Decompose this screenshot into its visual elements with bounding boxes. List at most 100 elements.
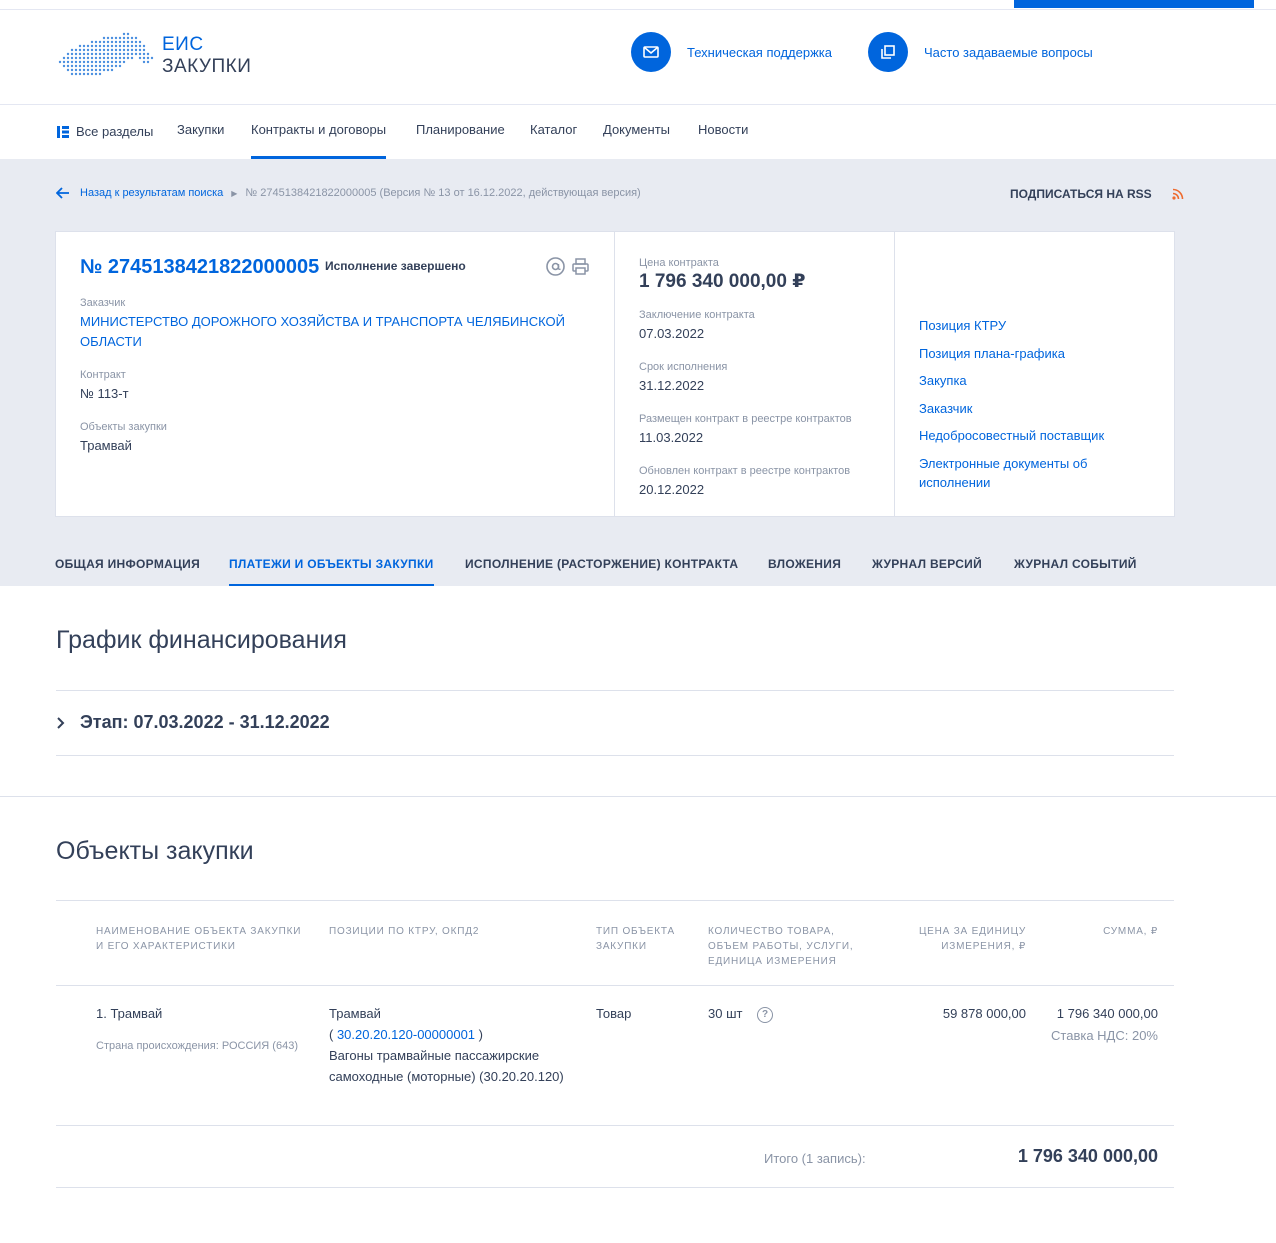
object-type: Товар bbox=[596, 1006, 632, 1021]
contract-reg-number: № 2745138421822000005 bbox=[80, 256, 320, 278]
nav-item-purchases[interactable]: Закупки bbox=[177, 105, 224, 159]
logo-line2: ЗАКУПКИ bbox=[162, 56, 252, 77]
objects-value: Трамвай bbox=[80, 438, 132, 453]
table-top-border bbox=[56, 900, 1174, 901]
chevron-right-icon: ▶ bbox=[231, 188, 238, 198]
deadline-date: 31.12.2022 bbox=[639, 378, 705, 393]
col-header-quantity: Количество товара, объем работы, услуги,… bbox=[708, 926, 854, 967]
objects-title: Объекты закупки bbox=[56, 837, 254, 865]
rss-label: ПОДПИСАТЬСЯ НА RSS bbox=[1010, 187, 1152, 201]
col-header-type: Тип объекта закупки bbox=[596, 926, 675, 952]
tab-payments-objects[interactable]: ПЛАТЕЖИ И ОБЪЕКТЫ ЗАКУПКИ bbox=[229, 546, 434, 586]
divider bbox=[56, 690, 1174, 691]
deadline-label: Срок исполнения bbox=[639, 361, 728, 373]
support-link[interactable]: Техническая поддержка bbox=[631, 32, 832, 72]
contract-value: № 113-т bbox=[80, 386, 129, 401]
card-main-column: № 2745138421822000005 Исполнение заверше… bbox=[56, 232, 615, 516]
object-quantity: 30 шт bbox=[708, 1006, 743, 1021]
rss-subscribe-link[interactable]: ПОДПИСАТЬСЯ НА RSS bbox=[1010, 187, 1184, 201]
main-nav: Все разделы Закупки Контракты и договоры… bbox=[0, 105, 1276, 159]
question-icon[interactable]: ? bbox=[757, 1007, 773, 1023]
logo-text: ЕИС ЗАКУПКИ bbox=[162, 34, 251, 78]
top-strip bbox=[0, 0, 1276, 10]
nav-item-news[interactable]: Новости bbox=[698, 105, 748, 159]
link-ktru-position[interactable]: Позиция КТРУ bbox=[919, 316, 1006, 335]
table-bottom-border bbox=[56, 1187, 1174, 1188]
sections-icon bbox=[57, 126, 69, 138]
stage-toggle[interactable]: Этап: 07.03.2022 - 31.12.2022 bbox=[56, 712, 330, 733]
total-value: 1 796 340 000,00 bbox=[1017, 1146, 1158, 1166]
chevron-right-icon bbox=[57, 716, 65, 729]
logo-line1: ЕИС bbox=[162, 34, 204, 55]
nav-item-contracts[interactable]: Контракты и договоры bbox=[251, 105, 387, 159]
nav-item-catalog[interactable]: Каталог bbox=[530, 105, 577, 159]
link-electronic-docs[interactable]: Электронные документы об исполнении bbox=[919, 454, 1119, 492]
vat-rate: Ставка НДС: 20% bbox=[1051, 1028, 1158, 1043]
link-unscrupulous-supplier[interactable]: Недобросовестный поставщик bbox=[919, 426, 1104, 445]
col-header-ktru: Позиции по КТРУ, ОКПД2 bbox=[329, 926, 480, 937]
divider bbox=[56, 755, 1174, 756]
tab-general-info[interactable]: ОБЩАЯ ИНФОРМАЦИЯ bbox=[55, 546, 200, 586]
total-label: Итого (1 запись): bbox=[764, 1151, 866, 1166]
ktru-cell: Трамвай ( 30.20.20.120-00000001 ) Вагоны… bbox=[329, 1003, 574, 1087]
faq-label: Часто задаваемые вопросы bbox=[924, 44, 1093, 60]
section-divider bbox=[0, 796, 1276, 797]
object-origin: Страна происхождения: РОССИЯ (643) bbox=[96, 1040, 298, 1052]
logo[interactable]: ЕИС ЗАКУПКИ bbox=[56, 32, 266, 82]
link-plan-position[interactable]: Позиция плана-графика bbox=[919, 344, 1065, 363]
stage-label: Этап: 07.03.2022 - 31.12.2022 bbox=[80, 712, 330, 732]
col-header-name: Наименование объекта закупки и его харак… bbox=[96, 926, 302, 952]
tab-attachments[interactable]: ВЛОЖЕНИЯ bbox=[768, 546, 841, 586]
placed-label: Размещен контракт в реестре контрактов bbox=[639, 413, 852, 425]
objects-label: Объекты закупки bbox=[80, 421, 167, 433]
link-customer[interactable]: Заказчик bbox=[919, 399, 972, 418]
financing-title: График финансирования bbox=[56, 626, 347, 654]
updated-label: Обновлен контракт в реестре контрактов bbox=[639, 465, 851, 477]
col-header-sum: Сумма, ₽ bbox=[1103, 926, 1158, 937]
okpd-description: Вагоны трамвайные пассажирские самоходны… bbox=[329, 1048, 564, 1084]
ktru-code-link[interactable]: 30.20.20.120-00000001 bbox=[337, 1027, 475, 1042]
print-icon[interactable] bbox=[571, 257, 590, 276]
email-share-icon[interactable] bbox=[546, 257, 565, 276]
ktru-name: Трамвай bbox=[329, 1006, 381, 1021]
updated-date: 20.12.2022 bbox=[639, 482, 705, 497]
contract-card: № 2745138421822000005 Исполнение заверше… bbox=[55, 231, 1175, 517]
col-header-unit-price: Цена за единицу измерения, ₽ bbox=[918, 926, 1026, 952]
nav-item-documents[interactable]: Документы bbox=[603, 105, 670, 159]
price-label: Цена контракта bbox=[639, 257, 719, 269]
customer-link[interactable]: МИНИСТЕРСТВО ДОРОЖНОГО ХОЗЯЙСТВА И ТРАНС… bbox=[80, 312, 580, 352]
arrow-left-icon[interactable] bbox=[56, 187, 70, 199]
concluded-label: Заключение контракта bbox=[639, 309, 755, 321]
card-actions bbox=[546, 257, 590, 276]
mail-icon bbox=[631, 32, 671, 72]
link-purchase[interactable]: Закупка bbox=[919, 371, 967, 390]
customer-label: Заказчик bbox=[80, 297, 126, 309]
tab-execution[interactable]: ИСПОЛНЕНИЕ (РАСТОРЖЕНИЕ) КОНТРАКТА bbox=[465, 546, 738, 586]
nav-item-planning[interactable]: Планирование bbox=[416, 105, 505, 159]
table-header-border bbox=[56, 985, 1174, 986]
nav-all-sections[interactable]: Все разделы bbox=[56, 105, 153, 159]
object-name: 1. Трамвай bbox=[96, 1006, 163, 1021]
rss-icon bbox=[1172, 188, 1183, 200]
nav-all-label: Все разделы bbox=[76, 124, 154, 139]
placed-date: 11.03.2022 bbox=[639, 430, 704, 445]
russia-map-icon bbox=[58, 32, 154, 76]
ktru-code-line: ( 30.20.20.120-00000001 ) bbox=[329, 1027, 483, 1042]
header: ЕИС ЗАКУПКИ Техническая поддержка Часто … bbox=[0, 10, 1276, 105]
tab-version-log[interactable]: ЖУРНАЛ ВЕРСИЙ bbox=[872, 546, 982, 586]
back-to-results-link[interactable]: Назад к результатам поиска bbox=[80, 187, 223, 199]
contract-label: Контракт bbox=[80, 369, 126, 381]
faq-link[interactable]: Часто задаваемые вопросы bbox=[868, 32, 1093, 72]
support-label: Техническая поддержка bbox=[687, 44, 832, 60]
object-sum: 1 796 340 000,00 bbox=[1056, 1006, 1158, 1021]
breadcrumb: Назад к результатам поиска ▶ № 274513842… bbox=[56, 187, 641, 199]
top-blue-button[interactable] bbox=[1014, 0, 1254, 8]
card-dates-column: Цена контракта 1 796 340 000,00 ₽ Заключ… bbox=[615, 232, 895, 516]
table-row-border bbox=[56, 1125, 1174, 1126]
breadcrumb-current: № 2745138421822000005 (Версия № 13 от 16… bbox=[245, 187, 641, 199]
concluded-date: 07.03.2022 bbox=[639, 326, 705, 341]
tab-event-log[interactable]: ЖУРНАЛ СОБЫТИЙ bbox=[1014, 546, 1137, 586]
status-badge: Исполнение завершено bbox=[325, 259, 466, 273]
faq-icon bbox=[868, 32, 908, 72]
contract-price: 1 796 340 000,00 ₽ bbox=[639, 271, 806, 292]
